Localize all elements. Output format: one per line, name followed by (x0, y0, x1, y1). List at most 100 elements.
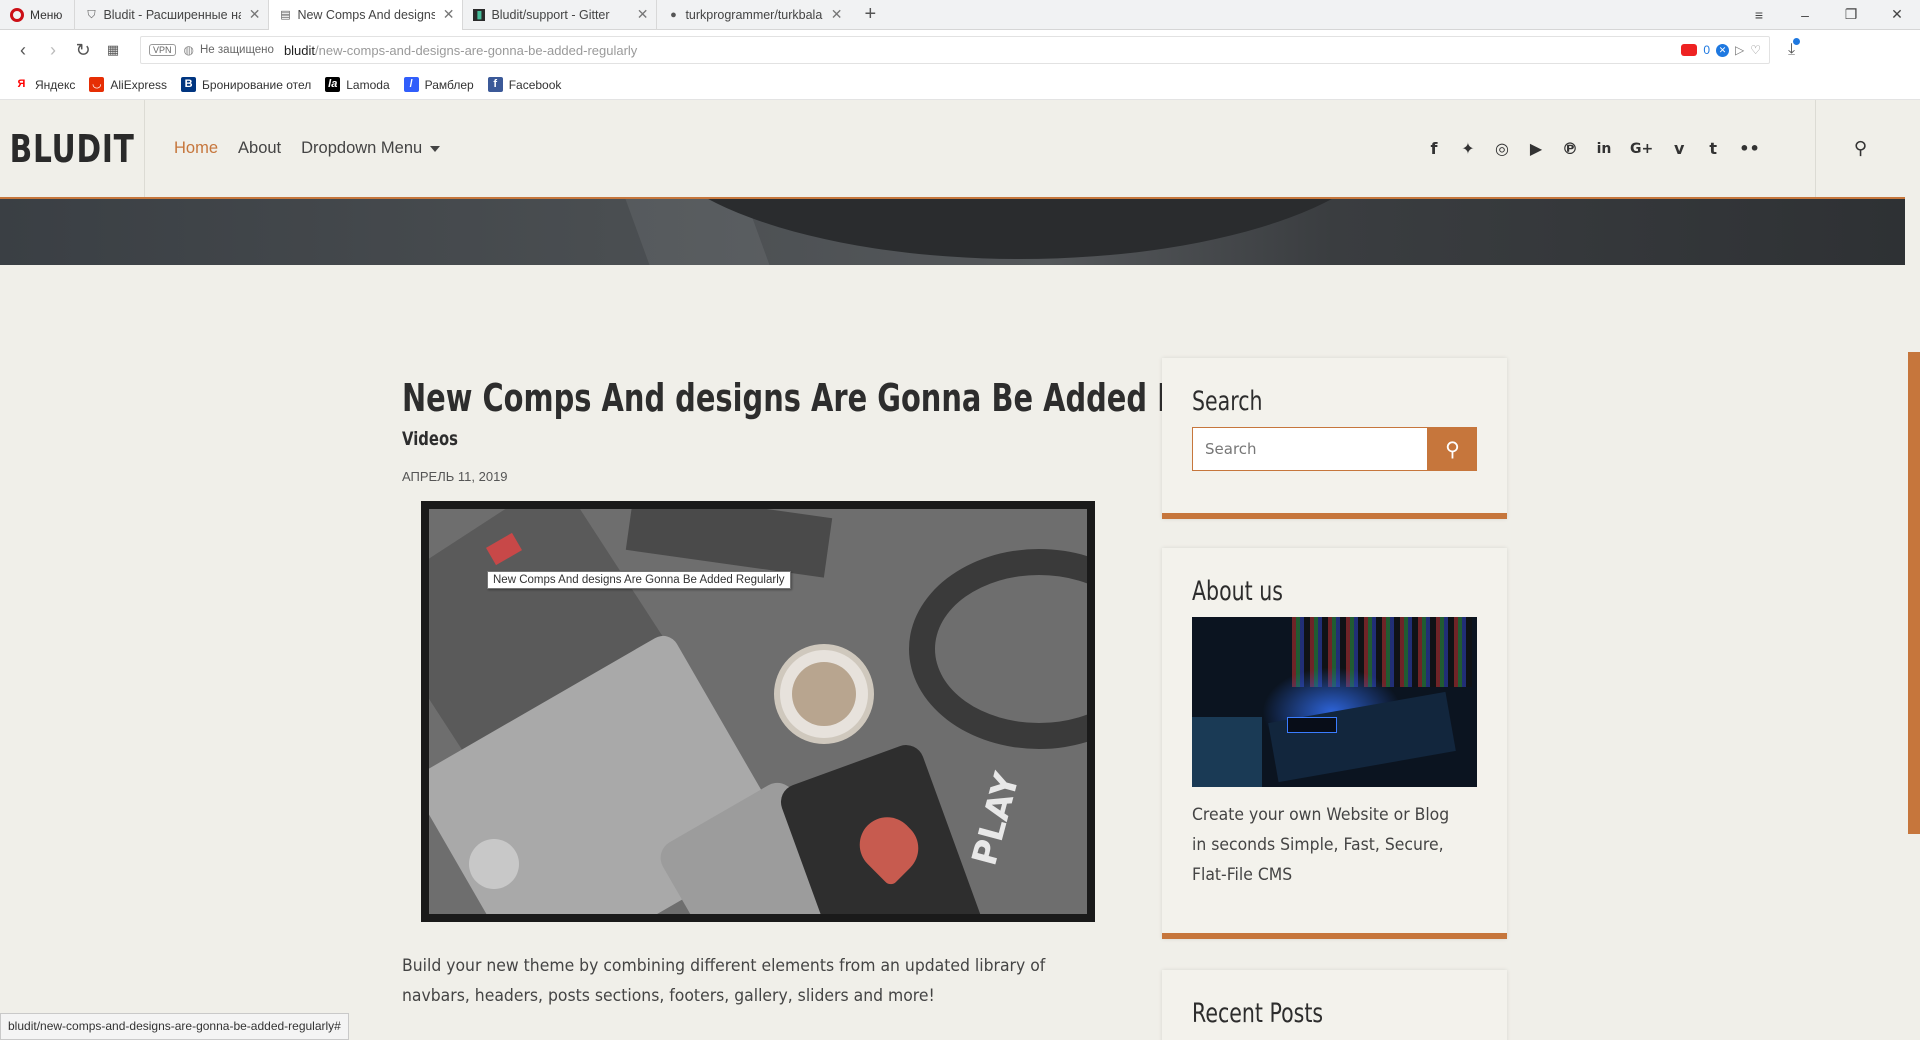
bookmark-aliexpress[interactable]: ◡ AliExpress (89, 77, 167, 92)
image-tooltip: New Comps And designs Are Gonna Be Added… (487, 571, 791, 589)
tumblr-icon[interactable]: t (1705, 139, 1721, 158)
logo-link[interactable]: BLUDIT (0, 100, 145, 197)
tab-title: Bludit - Расширенные на (103, 7, 241, 22)
nav-dropdown[interactable]: Dropdown Menu (301, 139, 441, 158)
bookmark-heart-icon[interactable]: ♡ (1750, 43, 1761, 57)
social-links: f ✦ ◎ ▶ ℗ in G+ v t •• (1426, 100, 1760, 197)
linkedin-icon[interactable]: in (1596, 141, 1612, 157)
bookmark-booking[interactable]: B Бронирование отел (181, 77, 311, 92)
search-icon: ⚲ (1445, 438, 1460, 461)
search-icon: ⚲ (1853, 138, 1868, 158)
booking-icon: B (181, 77, 197, 92)
status-bar-url: bludit/new-comps-and-designs-are-gonna-b… (0, 1013, 349, 1040)
restore-icon[interactable]: ❐ (1828, 6, 1874, 23)
reload-icon[interactable]: ↻ (68, 40, 98, 61)
window-controls: ≡ – ❐ ✕ (1736, 0, 1920, 30)
minimize-icon[interactable]: – (1782, 7, 1828, 23)
close-window-icon[interactable]: ✕ (1874, 6, 1920, 23)
site-header: BLUDIT Home About Dropdown Menu f ✦ ◎ ▶ … (0, 100, 1905, 199)
tab-menu-icon[interactable]: ≡ (1736, 7, 1782, 23)
youtube-icon[interactable]: ▶ (1528, 139, 1544, 158)
bookmark-label: Рамблер (424, 77, 474, 92)
github-favicon-icon: ● (670, 8, 677, 21)
page-scrollbar[interactable] (1905, 100, 1920, 1040)
gitter-favicon-icon: ▮ (473, 8, 486, 21)
hero-banner (0, 199, 1905, 265)
post-body: Build your new theme by combining differ… (402, 956, 1046, 1006)
close-tab-icon[interactable]: ✕ (829, 6, 845, 23)
new-tab-button[interactable]: + (850, 3, 890, 26)
google-plus-icon[interactable]: G+ (1630, 141, 1653, 157)
pinterest-icon[interactable]: ℗ (1562, 139, 1578, 158)
lamoda-icon: la (325, 77, 341, 92)
globe-icon: ◍ (183, 43, 194, 57)
url-path: /new-comps-and-designs-are-gonna-be-adde… (315, 42, 638, 58)
browser-tab-bar: Меню ⛉ Bludit - Расширенные на ✕ ▤ New C… (0, 0, 1920, 30)
site-logo: BLUDIT (9, 126, 135, 171)
nav-about[interactable]: About (238, 139, 281, 158)
flickr-icon[interactable]: •• (1739, 139, 1759, 158)
facebook-icon: f (487, 77, 503, 92)
bookmark-lamoda[interactable]: la Lamoda (325, 77, 390, 92)
back-icon[interactable]: ‹ (8, 40, 38, 61)
extension-icon[interactable]: ✕ (1716, 43, 1729, 57)
forward-icon[interactable]: › (38, 40, 68, 61)
recent-posts-title: Recent Posts (1192, 998, 1324, 1029)
browser-tab-active[interactable]: ▤ New Comps And designs A ✕ (268, 0, 463, 30)
sidebar-recent-posts-widget: Recent Posts (1162, 970, 1507, 1040)
bookmark-label: Яндекс (35, 77, 76, 92)
sidebar-search-widget: Search Search ⚲ (1162, 358, 1507, 519)
nav-home[interactable]: Home (174, 139, 218, 158)
close-tab-icon[interactable]: ✕ (635, 6, 651, 23)
bookmark-yandex[interactable]: Я Яндекс (14, 77, 76, 92)
nav-dropdown-label: Dropdown Menu (301, 139, 423, 157)
youtube-extension-icon[interactable] (1681, 44, 1698, 56)
yandex-icon: Я (17, 78, 26, 90)
browser-tab[interactable]: ▮ Bludit/support - Gitter ✕ (462, 0, 656, 30)
bookmark-label: AliExpress (110, 77, 168, 92)
speed-dial-icon[interactable]: ▦ (98, 42, 128, 58)
scrollbar-thumb[interactable] (1908, 352, 1920, 834)
vpn-badge[interactable]: VPN (149, 44, 176, 56)
about-text: Create your own Website or Blog in secon… (1192, 805, 1450, 885)
image-text: PLAY (964, 768, 1028, 870)
close-tab-icon[interactable]: ✕ (247, 6, 263, 23)
download-icon[interactable]: ⤓ (1788, 38, 1801, 59)
browser-tab[interactable]: ⛉ Bludit - Расширенные на ✕ (74, 0, 268, 30)
about-widget-title: About us (1192, 576, 1283, 607)
tab-title: New Comps And designs A (297, 7, 435, 22)
vimeo-icon[interactable]: v (1671, 139, 1687, 158)
address-bar-actions: 0 ✕ ▷ ♡ (1681, 43, 1761, 57)
opera-logo-icon (10, 7, 24, 22)
opera-menu-button[interactable]: Меню (0, 0, 74, 30)
browser-tab[interactable]: ● turkprogrammer/turkbala ✕ (656, 0, 850, 30)
badge-count: 0 (1703, 43, 1710, 57)
tab-title: turkprogrammer/turkbala (685, 7, 823, 22)
instagram-icon[interactable]: ◎ (1494, 139, 1510, 158)
header-search-button[interactable]: ⚲ (1815, 100, 1905, 197)
sidebar-about-widget: About us Create your own Website or Blog… (1162, 548, 1507, 939)
twitter-icon[interactable]: ✦ (1460, 139, 1476, 158)
card-accent-bar (1162, 933, 1507, 939)
close-tab-icon[interactable]: ✕ (441, 6, 457, 23)
card-accent-bar (1162, 513, 1507, 519)
facebook-icon[interactable]: f (1426, 139, 1442, 158)
sidebar-search-input[interactable]: Search (1192, 427, 1428, 471)
caret-down-icon (430, 145, 441, 152)
post-date: АПРЕЛЬ 11, 2019 (402, 469, 508, 484)
security-status[interactable]: Не защищено (200, 44, 274, 56)
search-widget-title: Search (1192, 386, 1263, 417)
post-category[interactable]: Videos (402, 428, 458, 450)
url-field[interactable]: VPN ◍ Не защищено bludit/new-comps-and-d… (140, 36, 1770, 64)
about-image (1192, 617, 1477, 787)
bookmark-facebook[interactable]: f Facebook (487, 77, 561, 92)
rambler-icon: / (403, 77, 419, 92)
post-cover-image[interactable]: PLAY (421, 501, 1095, 922)
tab-title: Bludit/support - Gitter (491, 7, 610, 22)
send-icon[interactable]: ▷ (1735, 43, 1744, 57)
bookmark-label: Lamoda (346, 77, 390, 92)
bookmarks-bar: Я Яндекс ◡ AliExpress B Бронирование оте… (0, 70, 1920, 100)
sidebar-search-button[interactable]: ⚲ (1428, 427, 1477, 471)
bookmark-rambler[interactable]: / Рамблер (403, 77, 474, 92)
bookmark-label: Бронирование отел (202, 77, 312, 92)
